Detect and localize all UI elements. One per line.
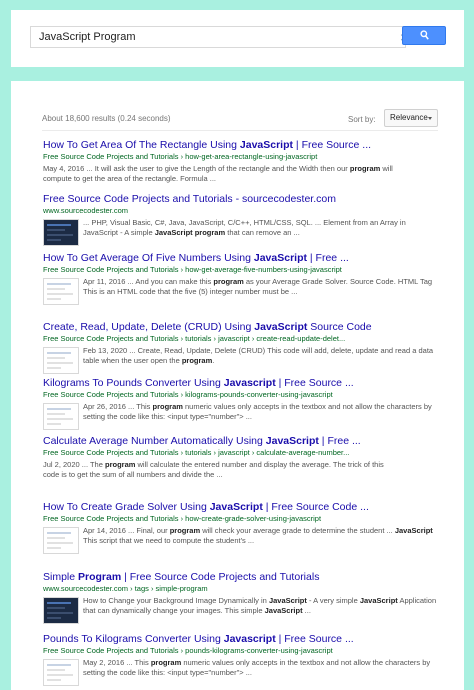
result-url[interactable]: Free Source Code Projects and Tutorials … — [43, 334, 443, 344]
result-body: Apr 11, 2016 ... And you can make this p… — [43, 277, 443, 307]
result-body: Feb 13, 2020 ... Create, Read, Update, D… — [43, 346, 443, 376]
search-result: Simple Program | Free Source Code Projec… — [43, 571, 443, 626]
thumbnail-line — [47, 423, 61, 425]
thumbnail-line — [47, 239, 61, 241]
search-result: Pounds To Kilograms Converter Using Java… — [43, 633, 443, 688]
result-body: How to Change your Background Image Dyna… — [43, 596, 443, 626]
result-thumbnail[interactable] — [43, 219, 79, 246]
result-title-link[interactable]: Kilograms To Pounds Converter Using Java… — [43, 377, 443, 390]
result-body: May 4, 2016 ... It will ask the user to … — [43, 164, 443, 194]
result-snippet: How to Change your Background Image Dyna… — [83, 596, 437, 615]
thumbnail-line — [47, 547, 61, 549]
result-thumbnail[interactable] — [43, 659, 79, 686]
result-snippet: May 2, 2016 ... This program numeric val… — [83, 658, 431, 677]
result-body: May 2, 2016 ... This program numeric val… — [43, 658, 443, 688]
sort-value: Relevance — [390, 113, 428, 122]
result-url[interactable]: www.sourcecodester.com — [43, 206, 443, 216]
thumbnail-line — [47, 288, 65, 290]
result-body: Apr 14, 2016 ... Final, our program will… — [43, 526, 443, 556]
thumbnail-line — [47, 418, 73, 420]
sort-dropdown[interactable]: Relevance — [384, 109, 438, 127]
search-input[interactable]: JavaScript Program × — [30, 26, 408, 48]
result-title-link[interactable]: How To Create Grade Solver Using JavaScr… — [43, 501, 443, 514]
result-title-link[interactable]: How To Get Average Of Five Numbers Using… — [43, 252, 443, 265]
result-thumbnail[interactable] — [43, 403, 79, 430]
result-url[interactable]: Free Source Code Projects and Tutorials … — [43, 265, 443, 275]
thumbnail-line — [47, 532, 71, 534]
result-title-link[interactable]: Pounds To Kilograms Converter Using Java… — [43, 633, 443, 646]
thumbnail-line — [47, 537, 65, 539]
result-url[interactable]: Free Source Code Projects and Tutorials … — [43, 152, 443, 162]
result-snippet: Jul 2, 2020 ... The program will calcula… — [43, 460, 384, 479]
result-snippet: ... PHP, Visual Basic, C#, Java, JavaScr… — [83, 218, 406, 237]
result-url[interactable]: Free Source Code Projects and Tutorials … — [43, 514, 443, 524]
search-result: How To Get Area Of The Rectangle Using J… — [43, 139, 443, 194]
thumbnail-line — [47, 408, 71, 410]
thumbnail-line — [47, 283, 71, 285]
thumbnail-line — [47, 617, 61, 619]
search-button[interactable] — [402, 26, 446, 45]
search-icon — [420, 30, 429, 40]
thumbnail-line — [47, 298, 61, 300]
result-title-link[interactable]: Free Source Code Projects and Tutorials … — [43, 193, 443, 206]
results-panel: About 18,600 results (0.24 seconds) Sort… — [11, 81, 464, 690]
thumbnail-line — [47, 612, 73, 614]
thumbnail-line — [47, 679, 61, 681]
result-url[interactable]: Free Source Code Projects and Tutorials … — [43, 390, 443, 400]
search-result: Free Source Code Projects and Tutorials … — [43, 193, 443, 248]
result-url[interactable]: www.sourcecodester.com › tags › simple-p… — [43, 584, 443, 594]
thumbnail-line — [47, 224, 71, 226]
result-snippet: Apr 11, 2016 ... And you can make this p… — [83, 277, 433, 296]
result-title-link[interactable]: Create, Read, Update, Delete (CRUD) Usin… — [43, 321, 443, 334]
thumbnail-line — [47, 362, 73, 364]
search-result: Create, Read, Update, Delete (CRUD) Usin… — [43, 321, 443, 376]
sort-label: Sort by: — [348, 115, 376, 124]
result-url[interactable]: Free Source Code Projects and Tutorials … — [43, 448, 443, 458]
result-title-link[interactable]: How To Get Area Of The Rectangle Using J… — [43, 139, 443, 152]
result-snippet: Apr 14, 2016 ... Final, our program will… — [83, 526, 433, 545]
result-thumbnail[interactable] — [43, 278, 79, 305]
thumbnail-line — [47, 602, 71, 604]
result-stats: About 18,600 results (0.24 seconds) — [42, 114, 171, 123]
thumbnail-line — [47, 357, 65, 359]
thumbnail-line — [47, 669, 65, 671]
result-thumbnail[interactable] — [43, 527, 79, 554]
divider — [42, 130, 438, 131]
result-body: ... PHP, Visual Basic, C#, Java, JavaScr… — [43, 218, 443, 248]
result-url[interactable]: Free Source Code Projects and Tutorials … — [43, 646, 443, 656]
thumbnail-line — [47, 234, 73, 236]
search-result: Calculate Average Number Automatically U… — [43, 435, 443, 490]
thumbnail-line — [47, 542, 73, 544]
search-result: How To Create Grade Solver Using JavaScr… — [43, 501, 443, 556]
thumbnail-line — [47, 229, 65, 231]
search-result: Kilograms To Pounds Converter Using Java… — [43, 377, 443, 432]
result-title-link[interactable]: Simple Program | Free Source Code Projec… — [43, 571, 443, 584]
chevron-down-icon — [428, 117, 432, 120]
thumbnail-line — [47, 664, 71, 666]
result-body: Apr 26, 2016 ... This program numeric va… — [43, 402, 443, 432]
search-query: JavaScript Program — [39, 31, 136, 43]
result-thumbnail[interactable] — [43, 347, 79, 374]
search-header: JavaScript Program × — [11, 10, 464, 67]
thumbnail-line — [47, 352, 71, 354]
result-body: Jul 2, 2020 ... The program will calcula… — [43, 460, 443, 490]
thumbnail-line — [47, 607, 65, 609]
result-snippet: Apr 26, 2016 ... This program numeric va… — [83, 402, 432, 421]
result-snippet: Feb 13, 2020 ... Create, Read, Update, D… — [83, 346, 434, 365]
search-result: How To Get Average Of Five Numbers Using… — [43, 252, 443, 307]
result-thumbnail[interactable] — [43, 597, 79, 624]
thumbnail-line — [47, 674, 73, 676]
thumbnail-line — [47, 293, 73, 295]
result-title-link[interactable]: Calculate Average Number Automatically U… — [43, 435, 443, 448]
thumbnail-line — [47, 413, 65, 415]
thumbnail-line — [47, 367, 61, 369]
result-snippet: May 4, 2016 ... It will ask the user to … — [43, 164, 393, 183]
